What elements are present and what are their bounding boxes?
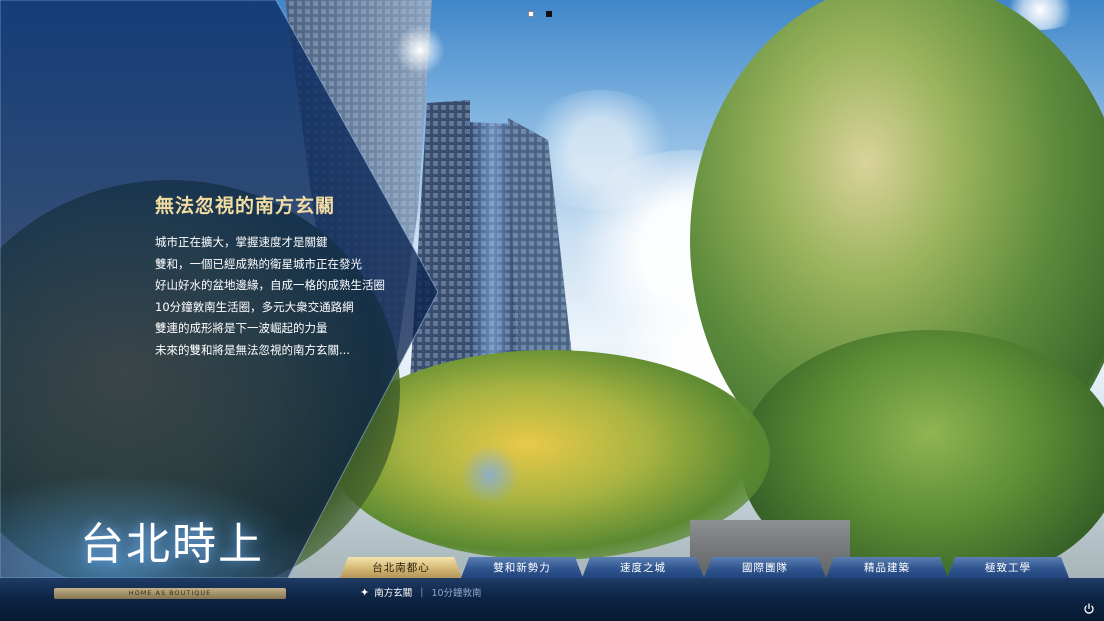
tab-city-of-speed[interactable]: 速度之城	[582, 557, 704, 578]
description-line: 未來的雙和將是無法忽視的南方玄關...	[155, 342, 350, 357]
tab-taipei-south-center[interactable]: 台北南都心	[340, 557, 462, 578]
subnav-current[interactable]: 南方玄關	[374, 585, 412, 599]
tab-boutique-architecture[interactable]: 精品建築	[826, 557, 948, 578]
description-line: 雙和，一個已經成熟的衛星城市正在發光	[155, 256, 362, 271]
description-line: 10分鐘敦南生活圈，多元大衆交通路網	[155, 299, 354, 314]
tab-shuanghe-new-power[interactable]: 雙和新勢力	[461, 557, 583, 578]
subnav-link[interactable]: 10分鐘敦南	[431, 585, 481, 599]
sparkle-icon: ✦	[360, 585, 370, 599]
slide-dot-2[interactable]	[546, 11, 552, 17]
brand-logo[interactable]: 台北時上	[80, 508, 264, 572]
description-line: 好山好水的盆地邊緣，自成一格的成熟生活圈	[155, 278, 385, 292]
sub-nav: ✦ 南方玄關 | 10分鐘敦南	[360, 585, 482, 600]
slide-dot-1[interactable]	[528, 11, 534, 17]
power-icon[interactable]	[1083, 603, 1095, 615]
brand-tagline: HOME AS BOUTIQUE	[54, 588, 286, 599]
tab-ultimate-engineering[interactable]: 極致工學	[947, 557, 1069, 578]
lens-flare	[460, 445, 520, 505]
description-line: 城市正在擴大，掌握速度才是關鍵	[155, 235, 328, 249]
tab-international-team[interactable]: 國際團隊	[704, 557, 826, 578]
description-line: 雙連的成形將是下一波崛起的力量	[155, 321, 328, 335]
bottom-nav-bar	[0, 578, 1104, 621]
panel-description: 城市正在擴大，掌握速度才是關鍵 雙和，一個已經成熟的衛星城市正在發光 好山好水的…	[155, 232, 385, 361]
panel-title: 無法忽視的南方玄關	[155, 195, 336, 217]
slide-pager	[528, 11, 552, 17]
subnav-separator: |	[420, 586, 424, 598]
